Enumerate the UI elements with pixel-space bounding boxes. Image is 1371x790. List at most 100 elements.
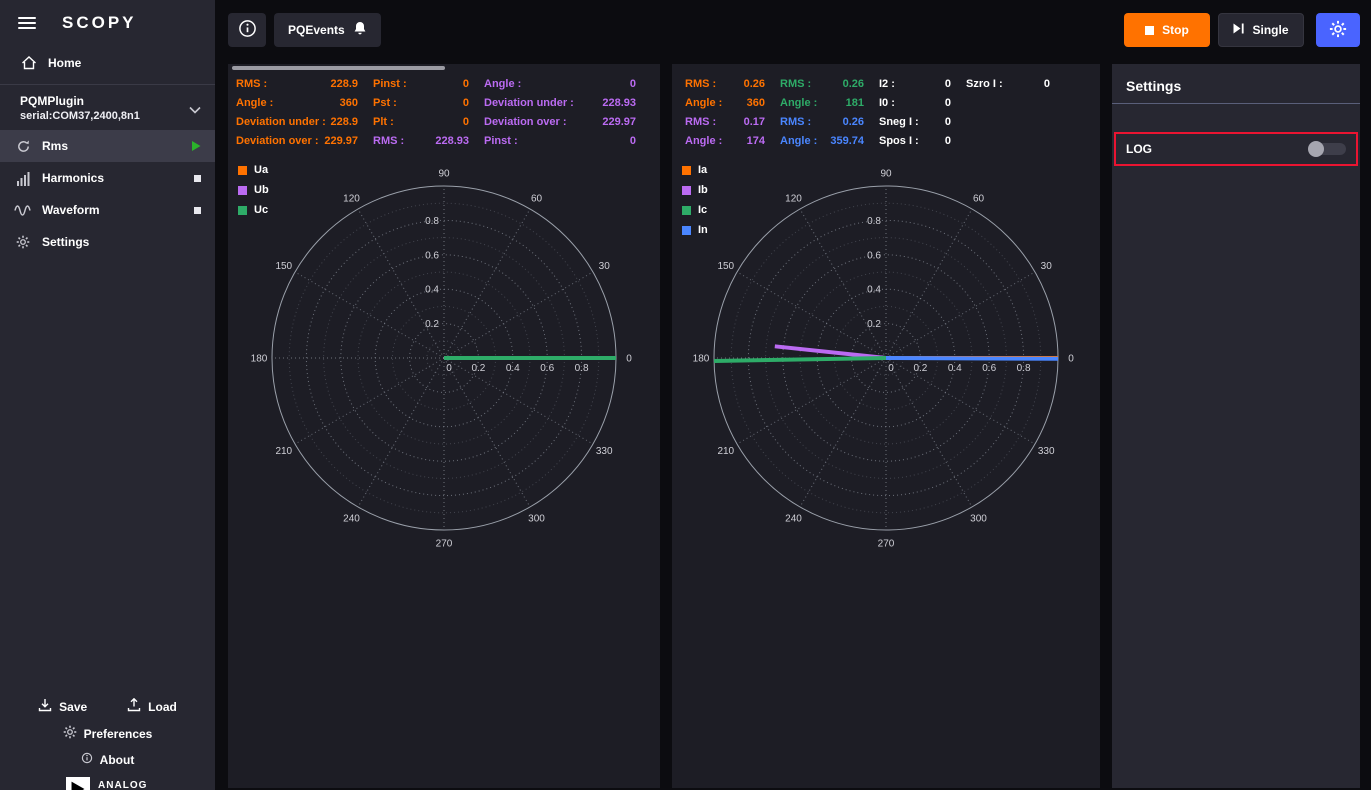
stat-cell: RMS :0.17	[685, 116, 765, 128]
divider	[1112, 103, 1360, 104]
sidebar-item-settings[interactable]: Settings	[0, 226, 215, 258]
tool-label: Settings	[42, 235, 89, 249]
topbar: PQEvents Stop Single	[215, 0, 1371, 60]
stat-cell: Angle :181	[780, 97, 864, 109]
adi-triangle-icon	[66, 777, 90, 790]
stat-cell: I2 :0	[879, 78, 951, 90]
rms-icon	[14, 139, 32, 154]
stats-row: Deviation under :228.9Plt :0Deviation ov…	[236, 112, 660, 131]
sidebar-item-home[interactable]: Home	[0, 46, 215, 84]
pqevents-button[interactable]: PQEvents	[274, 13, 381, 47]
log-toggle[interactable]	[1308, 141, 1346, 157]
analog-devices-logo: ANALOG DEVICES	[66, 777, 149, 790]
sidebar-item-pqmplugin[interactable]: PQMPlugin serial:COM37,2400,8n1	[0, 85, 215, 130]
svg-text:300: 300	[970, 514, 987, 525]
stats-scrollbar[interactable]	[232, 66, 445, 70]
bell-icon	[353, 21, 367, 39]
about-button[interactable]: About	[81, 752, 135, 767]
svg-text:0.6: 0.6	[867, 250, 881, 261]
stat-cell: RMS :0.26	[685, 78, 765, 90]
svg-text:0.2: 0.2	[471, 363, 485, 374]
stat-cell: Deviation under :228.9	[236, 116, 358, 128]
info-button[interactable]	[228, 13, 266, 47]
svg-text:0.4: 0.4	[425, 285, 439, 296]
svg-text:0.4: 0.4	[948, 363, 962, 374]
load-button[interactable]: Load	[127, 698, 177, 715]
current-polar-plot: 030609012015018021024027030033000.20.20.…	[672, 144, 1100, 710]
chevron-down-icon[interactable]	[189, 101, 201, 119]
about-label: About	[100, 753, 135, 767]
settings-panel: Settings LOG	[1112, 64, 1360, 788]
stat-cell: Pinst :0	[373, 78, 469, 90]
svg-text:150: 150	[275, 261, 292, 272]
stop-label: Stop	[1162, 23, 1189, 37]
gear-small-icon	[14, 235, 32, 249]
sidebar-tools: Rms Harmonics Waveform Settings	[0, 130, 215, 258]
stat-cell: Angle :0	[484, 78, 636, 90]
preferences-button[interactable]: Preferences	[63, 725, 153, 742]
sidebar-header: SCOPY	[0, 0, 215, 46]
svg-text:0.4: 0.4	[867, 285, 881, 296]
stats-row: Angle :360 Angle :181 I0 :0	[685, 93, 1100, 112]
stats-row: RMS :228.9 Pinst :0 Angle :0	[236, 74, 660, 93]
stat-cell: Angle :360	[236, 97, 358, 109]
log-label: LOG	[1126, 142, 1152, 156]
save-button[interactable]: Save	[38, 698, 87, 715]
svg-text:270: 270	[878, 539, 895, 550]
stat-cell: Sneg I :0	[879, 116, 951, 128]
sidebar-item-harmonics[interactable]: Harmonics	[0, 162, 215, 194]
single-button[interactable]: Single	[1218, 13, 1304, 47]
brand-line-1: ANALOG	[98, 780, 149, 790]
stat-cell: RMS :228.9	[236, 78, 358, 90]
svg-text:0.2: 0.2	[867, 319, 881, 330]
current-chart-panel: RMS :0.26 RMS :0.26 I2 :0 Szro I :0 Angle :3…	[672, 64, 1100, 788]
stat-cell: RMS :0.26	[780, 78, 864, 90]
plugin-name: PQMPlugin	[20, 94, 201, 108]
toggle-knob	[1308, 141, 1324, 157]
save-label: Save	[59, 700, 87, 714]
run-indicator-icon[interactable]	[191, 140, 201, 152]
main-area: PQEvents Stop Single RMS :228.9 Pinst :0 A…	[215, 0, 1371, 790]
single-label: Single	[1252, 23, 1288, 37]
stat-cell: Plt :0	[373, 116, 469, 128]
svg-text:240: 240	[343, 514, 360, 525]
stat-cell: RMS :0.26	[780, 116, 864, 128]
stats-row: Angle :360Pst :0Deviation under :228.93	[236, 93, 660, 112]
harmonics-icon	[14, 171, 32, 186]
home-label: Home	[48, 56, 81, 70]
svg-text:330: 330	[596, 446, 613, 457]
stop-indicator-icon[interactable]	[194, 175, 201, 182]
load-label: Load	[148, 700, 177, 714]
current-stats: RMS :0.26 RMS :0.26 I2 :0 Szro I :0 Angle :3…	[672, 64, 1100, 150]
svg-text:180: 180	[693, 354, 710, 365]
menu-icon[interactable]	[18, 17, 36, 29]
plugin-settings-button[interactable]	[1316, 13, 1360, 47]
annotation-highlight: LOG	[1114, 132, 1358, 166]
tool-label: Rms	[42, 139, 68, 153]
stop-button[interactable]: Stop	[1124, 13, 1210, 47]
svg-text:180: 180	[251, 354, 268, 365]
play-to-end-icon	[1233, 23, 1244, 37]
stat-cell: Angle :360	[685, 97, 765, 109]
scopy-logo: SCOPY	[62, 13, 137, 33]
save-icon	[38, 698, 52, 715]
stat-cell: Szro I :0	[966, 78, 1050, 90]
voltage-stats: RMS :228.9 Pinst :0 Angle :0 Angle :360Pst …	[228, 64, 660, 150]
svg-text:240: 240	[785, 514, 802, 525]
load-icon	[127, 698, 141, 715]
tool-label: Waveform	[42, 203, 100, 217]
svg-text:210: 210	[275, 446, 292, 457]
svg-text:0.6: 0.6	[540, 363, 554, 374]
voltage-polar-plot: 030609012015018021024027030033000.20.20.…	[228, 144, 660, 710]
sidebar-item-rms[interactable]: Rms	[0, 130, 215, 162]
svg-text:90: 90	[880, 169, 892, 180]
svg-text:300: 300	[528, 514, 545, 525]
sidebar-item-waveform[interactable]: Waveform	[0, 194, 215, 226]
svg-text:0: 0	[446, 363, 452, 374]
stop-indicator-icon[interactable]	[194, 207, 201, 214]
svg-text:0: 0	[888, 363, 894, 374]
stat-cell: I0 :0	[879, 97, 951, 109]
content: RMS :228.9 Pinst :0 Angle :0 Angle :360Pst …	[215, 60, 1371, 790]
stats-row: RMS :0.26 RMS :0.26 I2 :0 Szro I :0	[685, 74, 1100, 93]
svg-text:0.4: 0.4	[506, 363, 520, 374]
